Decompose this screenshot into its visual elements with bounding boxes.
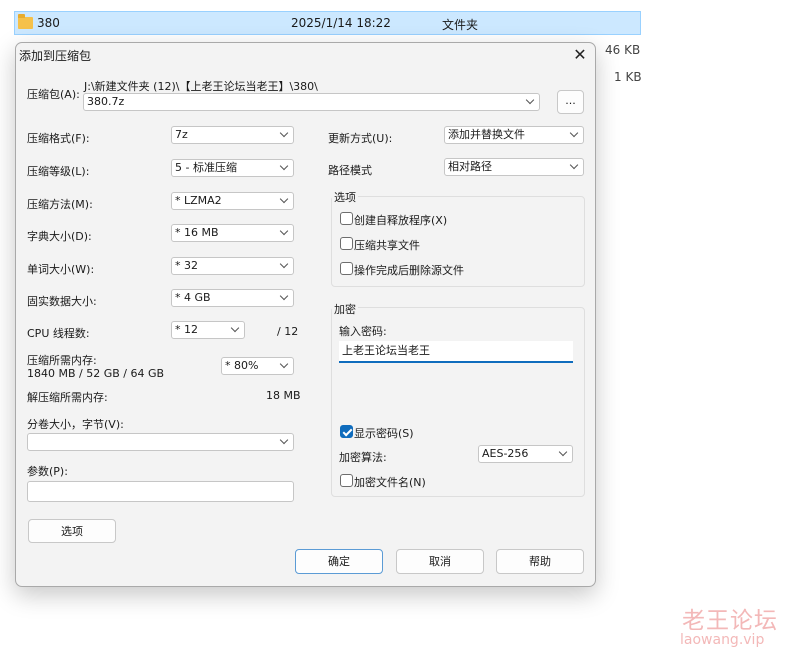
chevron-down-icon — [558, 447, 568, 457]
chevron-down-icon — [279, 359, 289, 369]
show-password-label[interactable]: 显示密码(S) — [354, 425, 414, 441]
params-input[interactable] — [27, 481, 294, 502]
threads-total: / 12 — [277, 325, 299, 338]
path-mode-value: 相对路径 — [448, 160, 492, 173]
chevron-down-icon — [525, 95, 535, 105]
dict-select[interactable]: * 16 MB — [171, 224, 294, 242]
mem-value: * 80% — [225, 359, 259, 372]
explorer-item-type: 文件夹 — [442, 18, 479, 32]
decomp-label: 解压缩所需内存: — [27, 391, 108, 404]
password-label: 输入密码: — [339, 325, 387, 338]
level-select[interactable]: 5 - 标准压缩 — [171, 159, 294, 177]
params-label: 参数(P): — [27, 465, 68, 478]
explorer-item-date: 2025/1/14 18:22 — [291, 16, 391, 30]
encrypt-names-checkbox[interactable] — [340, 474, 353, 487]
dialog-title: 添加到压缩包 — [19, 49, 92, 63]
watermark-logo-text: 老王论坛 — [682, 608, 778, 634]
chevron-down-icon — [569, 128, 579, 138]
chevron-down-icon — [279, 291, 289, 301]
encrypt-names-label[interactable]: 加密文件名(N) — [354, 474, 426, 490]
dict-label: 字典大小(D): — [27, 230, 92, 243]
delete-source-checkbox[interactable] — [340, 262, 353, 275]
chevron-down-icon — [279, 259, 289, 269]
password-input[interactable]: 上老王论坛当老王 — [339, 341, 573, 363]
update-value: 添加并替换文件 — [448, 128, 525, 141]
method-label: 压缩方法(M): — [27, 198, 93, 211]
decomp-value: 18 MB — [266, 389, 301, 402]
method-select[interactable]: * LZMA2 — [171, 192, 294, 210]
method-value: * LZMA2 — [175, 194, 222, 207]
chevron-down-icon — [569, 160, 579, 170]
ok-button[interactable]: 确定 — [295, 549, 383, 574]
dict-value: * 16 MB — [175, 226, 219, 239]
path-mode-label: 路径模式 — [328, 164, 372, 177]
chevron-down-icon — [279, 435, 289, 445]
mem-detail: 1840 MB / 52 GB / 64 GB — [27, 367, 165, 380]
shared-label[interactable]: 压缩共享文件 — [354, 237, 420, 253]
word-select[interactable]: * 32 — [171, 257, 294, 275]
shared-checkbox[interactable] — [340, 237, 353, 250]
options-button[interactable]: 选项 — [28, 519, 116, 543]
update-label: 更新方式(U): — [328, 132, 393, 145]
mem-select[interactable]: * 80% — [221, 357, 294, 375]
close-icon[interactable]: ✕ — [572, 45, 588, 64]
chevron-down-icon — [279, 226, 289, 236]
solid-label: 固实数据大小: — [27, 295, 97, 308]
solid-select[interactable]: * 4 GB — [171, 289, 294, 307]
encryption-group-title: 加密 — [332, 301, 358, 317]
word-value: * 32 — [175, 259, 198, 272]
archive-path: J:\新建文件夹 (12)\【上老王论坛当老王】\380\ — [84, 80, 318, 93]
enc-method-value: AES-256 — [482, 447, 529, 460]
delete-source-label[interactable]: 操作完成后删除源文件 — [354, 262, 464, 278]
enc-method-select[interactable]: AES-256 — [478, 445, 573, 463]
level-value: 5 - 标准压缩 — [175, 161, 237, 174]
browse-button[interactable]: ... — [557, 90, 584, 114]
archive-name-value: 380.7z — [87, 95, 125, 108]
split-select[interactable] — [27, 433, 294, 451]
sfx-label[interactable]: 创建自释放程序(X) — [354, 212, 447, 228]
show-password-checkbox[interactable] — [340, 425, 353, 438]
sfx-checkbox[interactable] — [340, 212, 353, 225]
threads-label: CPU 线程数: — [27, 327, 90, 340]
explorer-size-1: 46 KB — [605, 43, 641, 57]
path-mode-select[interactable]: 相对路径 — [444, 158, 584, 176]
cancel-button[interactable]: 取消 — [396, 549, 484, 574]
chevron-down-icon — [279, 161, 289, 171]
enc-method-label: 加密算法: — [339, 451, 387, 464]
archive-label: 压缩包(A): — [27, 88, 80, 101]
chevron-down-icon — [230, 323, 240, 333]
format-label: 压缩格式(F): — [27, 132, 90, 145]
format-value: 7z — [175, 128, 188, 141]
chevron-down-icon — [279, 194, 289, 204]
watermark-url: laowang.vip — [680, 632, 765, 648]
explorer-size-2: 1 KB — [614, 70, 642, 84]
help-button[interactable]: 帮助 — [496, 549, 584, 574]
archive-name-combo[interactable]: 380.7z — [83, 93, 540, 111]
mem-label: 压缩所需内存: — [27, 354, 97, 367]
solid-value: * 4 GB — [175, 291, 211, 304]
split-label: 分卷大小，字节(V): — [27, 418, 124, 431]
explorer-item-name: 380 — [37, 16, 60, 30]
threads-select[interactable]: * 12 — [171, 321, 245, 339]
format-select[interactable]: 7z — [171, 126, 294, 144]
update-select[interactable]: 添加并替换文件 — [444, 126, 584, 144]
folder-icon — [18, 14, 33, 29]
options-group-title: 选项 — [332, 189, 358, 205]
chevron-down-icon — [279, 128, 289, 138]
threads-value: * 12 — [175, 323, 198, 336]
word-label: 单词大小(W): — [27, 263, 95, 276]
level-label: 压缩等级(L): — [27, 165, 90, 178]
